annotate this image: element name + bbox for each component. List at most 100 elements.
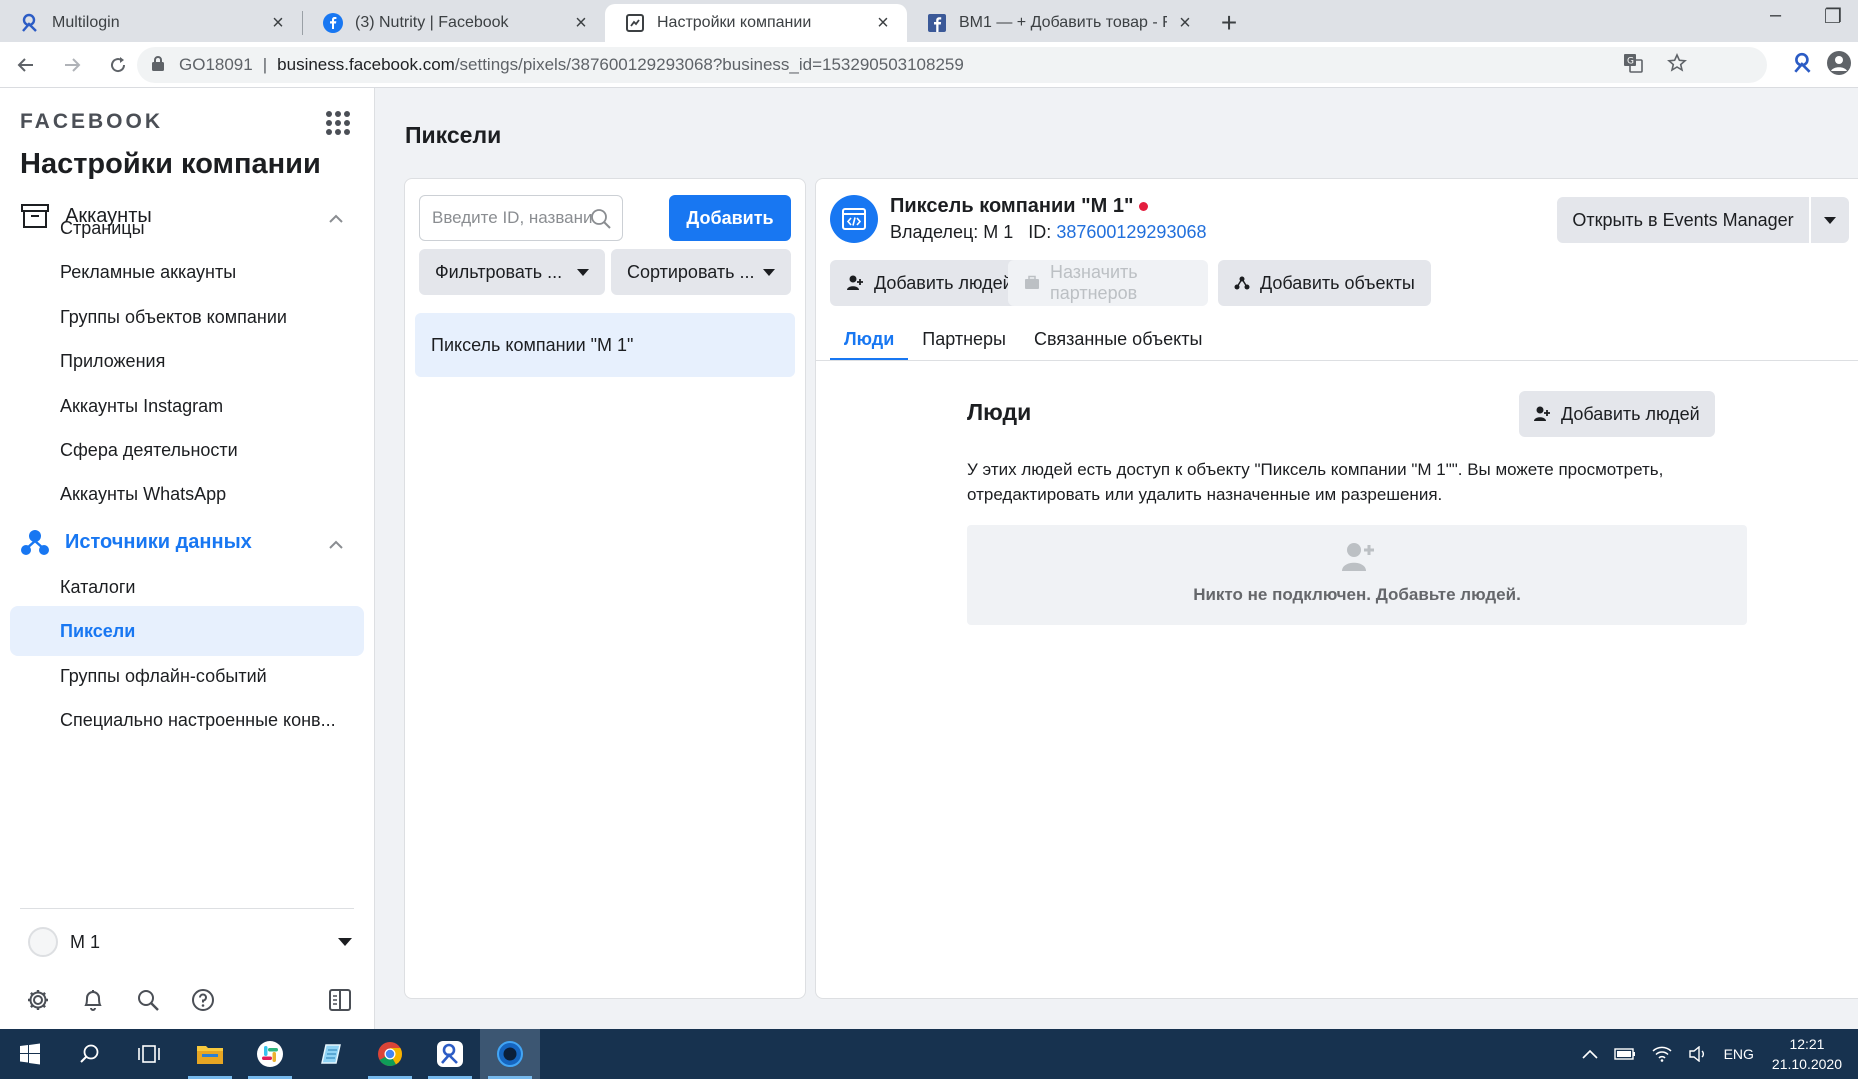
facebook-square-icon	[927, 13, 947, 33]
close-icon[interactable]: ×	[268, 12, 288, 34]
owner-label: Владелец: М 1	[890, 222, 1014, 242]
clock[interactable]: 12:21 21.10.2020	[1772, 1034, 1842, 1074]
lock-icon	[151, 55, 169, 76]
sidebar-item-pixels[interactable]: Пиксели	[10, 606, 364, 656]
briefcase-icon	[1024, 275, 1040, 291]
add-pixel-button[interactable]: Добавить	[669, 195, 791, 241]
reload-button[interactable]	[98, 45, 138, 85]
sidebar-item-apps[interactable]: Приложения	[10, 336, 364, 386]
new-tab-button[interactable]: +	[1209, 4, 1249, 42]
search-icon[interactable]	[60, 1029, 120, 1079]
windows-start-icon[interactable]	[0, 1029, 60, 1079]
sidebar-item-custom-conversions[interactable]: Специально настроенные конв...	[10, 695, 364, 745]
profile-avatar-icon[interactable]	[1826, 50, 1852, 81]
filter-dropdown[interactable]: Фильтровать ...	[419, 249, 605, 295]
sidebar-section-data-sources[interactable]: Источники данных	[0, 517, 375, 567]
back-button[interactable]	[6, 45, 46, 85]
search-icon	[590, 208, 612, 235]
apps-grid-icon[interactable]	[326, 111, 350, 135]
assets-icon	[1234, 275, 1250, 291]
events-manager-dropdown[interactable]	[1811, 197, 1849, 243]
bookmark-star-icon[interactable]	[1667, 52, 1687, 78]
forward-button[interactable]	[52, 45, 92, 85]
sidebar-item-offline-event-sets[interactable]: Группы офлайн-событий	[10, 651, 364, 701]
caret-down-icon	[338, 938, 352, 946]
url-path: /settings/pixels/387600129293068?busines…	[454, 55, 964, 74]
multilogin-extension-icon[interactable]	[1792, 52, 1814, 79]
search-icon[interactable]	[134, 986, 162, 1014]
sidebar-item-ad-accounts[interactable]: Рекламные аккаунты	[10, 247, 364, 297]
tab-title: Multilogin	[52, 14, 120, 31]
pixel-detail-panel: Пиксель компании "М 1" Владелец: М 1 ID:…	[815, 178, 1858, 999]
task-view-icon[interactable]	[120, 1029, 180, 1079]
tab-connected-assets[interactable]: Связанные объекты	[1020, 317, 1216, 361]
input-language[interactable]: ENG	[1724, 1046, 1754, 1062]
sidebar-item-pages[interactable]: Страницы	[10, 203, 364, 253]
pixel-id-link[interactable]: 387600129293068	[1056, 222, 1206, 242]
assign-partners-label: Назначить партнеров	[1050, 262, 1138, 303]
browser-tab-business-settings[interactable]: Настройки компании ×	[605, 4, 907, 42]
slack-icon[interactable]	[240, 1029, 300, 1079]
url-host: business.facebook.com	[277, 55, 455, 74]
page-heading: Настройки компании	[20, 148, 321, 180]
add-people-button[interactable]: Добавить людей	[830, 260, 1029, 306]
battery-icon[interactable]	[1613, 1048, 1636, 1060]
tab-title: (3) Nutrity | Facebook	[355, 14, 509, 31]
chevron-up-icon[interactable]	[329, 533, 343, 556]
restore-button[interactable]: ❐	[1824, 4, 1842, 29]
tab-title: BM1 — + Добавить товар - Face	[959, 14, 1167, 31]
sidebar-tools	[24, 982, 354, 1018]
back-arrow-icon	[17, 57, 33, 72]
multilogin-app-icon[interactable]	[420, 1029, 480, 1079]
facebook-logo[interactable]: FACEBOOK	[20, 110, 163, 134]
pixel-name-text: Пиксель компании "М 1"	[890, 195, 1134, 217]
people-section-title: Люди	[967, 399, 1032, 425]
avatar	[28, 927, 58, 957]
address-bar[interactable]: GO18091 | business.facebook.com /setting…	[137, 47, 1767, 83]
pixel-name: Пиксель компании "М 1"	[890, 195, 1149, 218]
sidebar-item-business-asset-groups[interactable]: Группы объектов компании	[10, 292, 364, 342]
sort-dropdown[interactable]: Сортировать ...	[611, 249, 791, 295]
browser-app-icon[interactable]	[480, 1029, 540, 1079]
close-icon[interactable]: ×	[571, 12, 591, 34]
search-input[interactable]	[432, 208, 592, 228]
windows-taskbar: ENG 12:21 21.10.2020	[0, 1029, 1858, 1079]
translate-icon[interactable]: G	[1623, 53, 1643, 78]
add-assets-button[interactable]: Добавить объекты	[1218, 260, 1431, 306]
volume-icon[interactable]	[1688, 1046, 1708, 1062]
sidebar-item-instagram-accounts[interactable]: Аккаунты Instagram	[10, 381, 364, 431]
business-account-switcher[interactable]: М 1	[28, 922, 358, 962]
caret-down-icon	[763, 269, 775, 276]
gear-icon[interactable]	[24, 986, 52, 1014]
wifi-icon[interactable]	[1652, 1046, 1672, 1062]
close-icon[interactable]: ×	[873, 12, 893, 34]
sidebar-item-catalogs[interactable]: Каталоги	[10, 562, 364, 612]
chrome-icon[interactable]	[360, 1029, 420, 1079]
file-explorer-icon[interactable]	[180, 1029, 240, 1079]
list-item[interactable]: Пиксель компании "М 1"	[415, 313, 795, 377]
pixel-meta: Владелец: М 1 ID: 387600129293068	[890, 222, 1207, 243]
people-add-button[interactable]: Добавить людей	[1519, 391, 1715, 437]
close-icon[interactable]: ×	[1175, 12, 1195, 34]
sidebar-item-whatsapp-accounts[interactable]: Аккаунты WhatsApp	[10, 469, 364, 519]
chevron-up-icon[interactable]	[1582, 1049, 1598, 1059]
business-settings-icon	[625, 13, 645, 33]
pixel-code-icon	[830, 195, 878, 243]
browser-tab-nutrity[interactable]: (3) Nutrity | Facebook ×	[303, 4, 605, 42]
tab-partners[interactable]: Партнеры	[908, 317, 1020, 361]
open-events-manager-button[interactable]: Открыть в Events Manager	[1557, 197, 1809, 243]
browser-tab-bm1[interactable]: BM1 — + Добавить товар - Face ×	[907, 4, 1209, 42]
notepad-icon[interactable]	[300, 1029, 360, 1079]
site-label: GO18091	[179, 55, 253, 74]
minimize-button[interactable]: –	[1770, 4, 1781, 27]
help-icon[interactable]	[189, 986, 217, 1014]
browser-tab-multilogin[interactable]: Multilogin ×	[0, 4, 302, 42]
add-person-icon	[1341, 541, 1375, 578]
caret-down-icon	[577, 269, 589, 276]
collapse-sidebar-icon[interactable]	[326, 986, 354, 1014]
sidebar-item-line-of-business[interactable]: Сфера деятельности	[10, 425, 364, 475]
add-people-label: Добавить людей	[874, 272, 1013, 293]
bell-icon[interactable]	[79, 986, 107, 1014]
search-field[interactable]	[419, 195, 623, 241]
tab-people[interactable]: Люди	[830, 317, 909, 361]
